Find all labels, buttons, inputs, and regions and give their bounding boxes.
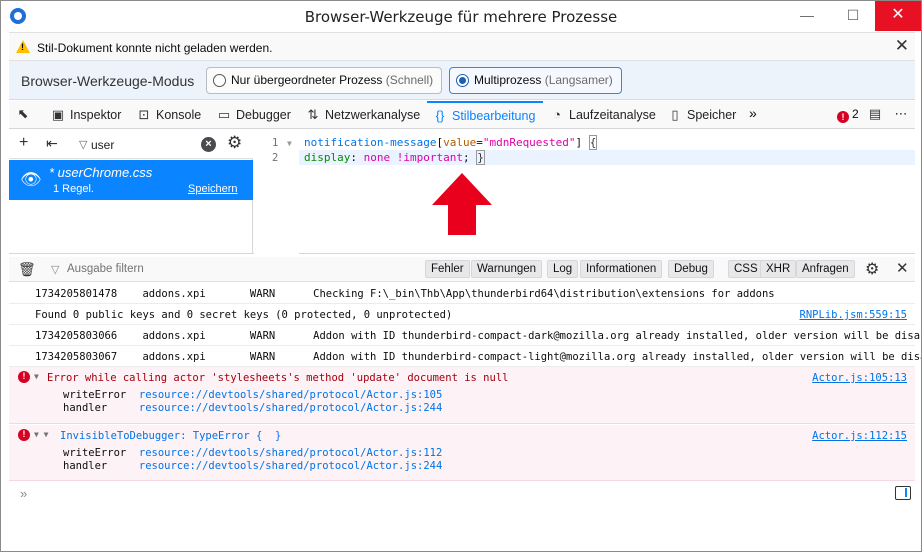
console-message: 1734205801478 addons.xpi WARN Checking F… bbox=[9, 283, 915, 304]
inspector-icon: ▣ bbox=[51, 107, 65, 122]
mode-multiprocess-radio[interactable]: Multiprozess (Langsamer) bbox=[449, 67, 622, 94]
stack-frame: handler resource://devtools/shared/proto… bbox=[63, 460, 443, 472]
window-title: Browser-Werkzeuge für mehrere Prozesse bbox=[304, 8, 618, 26]
element-picker-icon[interactable]: ⬉ bbox=[15, 107, 31, 121]
filter-warnings-button[interactable]: Warnungen bbox=[471, 260, 543, 278]
minimize-button[interactable]: — bbox=[785, 1, 829, 31]
memory-icon: ▯ bbox=[671, 107, 679, 122]
tab-console[interactable]: ⊡ Konsole bbox=[137, 101, 202, 129]
console-error: ! ▼ Error while calling actor 'styleshee… bbox=[9, 367, 915, 424]
tab-style-editor[interactable]: {} Stilbearbeitung bbox=[427, 101, 544, 129]
error-icon: ! bbox=[18, 371, 30, 383]
fold-icon[interactable]: ▼ bbox=[287, 139, 292, 148]
more-tools-icon[interactable]: » bbox=[749, 105, 757, 121]
sidebar-toggle-icon[interactable] bbox=[895, 486, 911, 500]
stylesheet-rule-count: 1 Regel. bbox=[53, 183, 94, 195]
console-toolbar: 🗑 ▽ Ausgabe filtern Fehler Warnungen Log… bbox=[9, 257, 915, 282]
tab-network[interactable]: ⇅ Netzwerkanalyse bbox=[306, 101, 421, 129]
console-icon: ⊡ bbox=[138, 107, 150, 122]
debugger-icon: ▭ bbox=[217, 107, 231, 122]
devtools-window: Browser-Werkzeuge für mehrere Prozesse —… bbox=[0, 0, 922, 552]
close-icon[interactable]: ✕ bbox=[896, 259, 909, 277]
notification-bar: ! Stil-Dokument konnte nicht geladen wer… bbox=[9, 32, 915, 61]
title-bar: Browser-Werkzeuge für mehrere Prozesse —… bbox=[1, 1, 921, 32]
line-gutter: 1 ▼ 2 bbox=[254, 129, 299, 254]
stylesheet-name: * userChrome.css bbox=[49, 165, 153, 180]
clear-filter-icon[interactable]: × bbox=[201, 137, 216, 152]
filter-icon: ▽ bbox=[51, 264, 60, 276]
filter-errors-button[interactable]: Fehler bbox=[425, 260, 470, 278]
close-notification-button[interactable]: ✕ bbox=[895, 36, 909, 56]
dock-toggle-icon[interactable]: ▤ bbox=[867, 107, 883, 121]
mode-parent-only-radio[interactable]: Nur übergeordneter Prozess (Schnell) bbox=[206, 67, 443, 94]
warning-icon: ! bbox=[16, 40, 30, 53]
console-message: Found 0 public keys and 0 secret keys (0… bbox=[9, 304, 915, 325]
maximize-button[interactable]: ☐ bbox=[831, 1, 875, 31]
prompt-icon: » bbox=[20, 486, 28, 501]
console-input[interactable]: » bbox=[9, 484, 915, 506]
network-icon: ⇅ bbox=[307, 107, 319, 122]
eye-icon[interactable]: 👁 bbox=[20, 170, 42, 190]
stylesheet-filter-input[interactable]: user bbox=[91, 138, 114, 152]
code-line: display: none !important; } bbox=[304, 150, 485, 165]
error-icon: ! bbox=[18, 429, 30, 441]
import-stylesheet-icon[interactable]: ⇤ bbox=[46, 135, 58, 152]
line-number: 2 bbox=[272, 152, 279, 164]
filter-xhr-button[interactable]: XHR bbox=[760, 260, 797, 278]
stack-frame: writeError resource://devtools/shared/pr… bbox=[63, 447, 443, 459]
stack-frame: writeError resource://devtools/shared/pr… bbox=[63, 389, 443, 401]
error-count-badge[interactable]: ! 2 bbox=[837, 107, 859, 123]
gear-icon[interactable]: ⚙ bbox=[227, 133, 242, 153]
error-message: InvisibleToDebugger: TypeError { } bbox=[60, 430, 282, 442]
tab-inspector[interactable]: ▣ Inspektor bbox=[51, 101, 122, 129]
expand-arrow-icon[interactable]: ▼ ▼ bbox=[34, 430, 48, 439]
stylesheet-sidebar: + ⇤ ▽ user × ⚙ 👁 * userChrome.css 1 Rege… bbox=[9, 129, 253, 254]
mode-bar: Browser-Werkzeuge-Modus Nur übergeordnet… bbox=[9, 61, 915, 100]
mode-multi-hint: (Langsamer) bbox=[544, 73, 613, 87]
filter-css-button[interactable]: CSS bbox=[728, 260, 764, 278]
error-message: Error while calling actor 'stylesheets's… bbox=[47, 372, 509, 384]
expand-arrow-icon[interactable]: ▼ bbox=[34, 372, 39, 381]
gear-icon[interactable]: ⚙ bbox=[865, 259, 879, 279]
filter-info-button[interactable]: Informationen bbox=[580, 260, 663, 278]
error-icon: ! bbox=[837, 111, 849, 123]
filter-requests-button[interactable]: Anfragen bbox=[796, 260, 855, 278]
mode-multi-label: Multiprozess bbox=[474, 73, 542, 87]
devtools-toolbar: ⬉ ▣ Inspektor ⊡ Konsole ▭ Debugger ⇅ Netzwer… bbox=[9, 101, 915, 129]
mode-parent-hint: (Schnell) bbox=[385, 73, 434, 87]
mode-parent-label: Nur übergeordneter Prozess bbox=[231, 73, 383, 87]
new-stylesheet-icon[interactable]: + bbox=[19, 134, 28, 152]
stylesheet-item[interactable]: 👁 * userChrome.css 1 Regel. Speichern bbox=[9, 160, 253, 200]
console-message: 1734205803066 addons.xpi WARN Addon with… bbox=[9, 325, 921, 346]
trash-icon[interactable]: 🗑 bbox=[18, 261, 36, 278]
stack-frame: handler resource://devtools/shared/proto… bbox=[63, 402, 443, 414]
radio-selected-icon bbox=[456, 74, 469, 87]
performance-icon: ◔ bbox=[553, 107, 561, 122]
console-output: 1734205801478 addons.xpi WARN Checking F… bbox=[9, 283, 921, 483]
source-link[interactable]: Actor.js:112:15 bbox=[812, 430, 907, 442]
console-message: 1734205803067 addons.xpi WARN Addon with… bbox=[9, 346, 921, 367]
console-filter-input[interactable]: Ausgabe filtern bbox=[67, 263, 144, 275]
style-editor-icon: {} bbox=[435, 108, 445, 123]
radio-circle-icon bbox=[213, 74, 226, 87]
filter-log-button[interactable]: Log bbox=[547, 260, 579, 278]
code-editor[interactable]: 1 ▼ 2 notification-message[value="mdnReq… bbox=[254, 129, 915, 254]
save-stylesheet-link[interactable]: Speichern bbox=[188, 183, 238, 195]
tab-memory[interactable]: ▯ Speicher bbox=[668, 101, 736, 129]
close-window-button[interactable]: ✕ bbox=[875, 1, 921, 31]
menu-icon[interactable]: ⋯ bbox=[893, 107, 909, 121]
filter-debug-button[interactable]: Debug bbox=[668, 260, 714, 278]
mode-label: Browser-Werkzeuge-Modus bbox=[21, 73, 195, 89]
source-link[interactable]: Actor.js:105:13 bbox=[812, 372, 907, 384]
source-link[interactable]: RNPLib.jsm:559:15 bbox=[800, 309, 907, 321]
filter-icon: ▽ bbox=[79, 139, 88, 151]
tab-debugger[interactable]: ▭ Debugger bbox=[217, 101, 291, 129]
console-error: ! ▼ ▼ InvisibleToDebugger: TypeError { }… bbox=[9, 425, 915, 481]
notification-text: Stil-Dokument konnte nicht geladen werde… bbox=[37, 41, 273, 55]
red-arrow-annotation bbox=[432, 173, 492, 235]
code-line: notification-message[value="mdnRequested… bbox=[304, 135, 598, 150]
tab-performance[interactable]: ◔ Laufzeitanalyse bbox=[550, 101, 656, 129]
sidebar-toolbar: + ⇤ ▽ user × ⚙ bbox=[9, 129, 253, 159]
line-number: 1 bbox=[272, 137, 279, 149]
